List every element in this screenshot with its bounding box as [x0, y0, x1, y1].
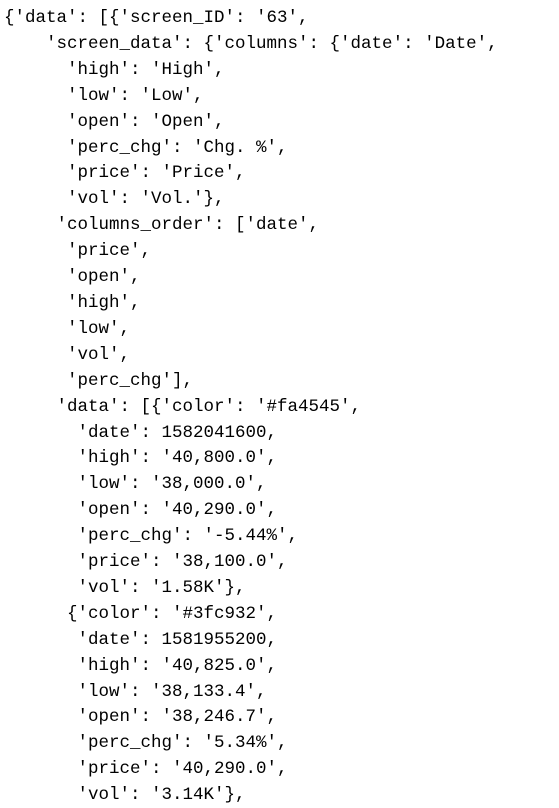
code-block: {'data': [{'screen_ID': '63', 'screen_da… — [0, 0, 559, 808]
